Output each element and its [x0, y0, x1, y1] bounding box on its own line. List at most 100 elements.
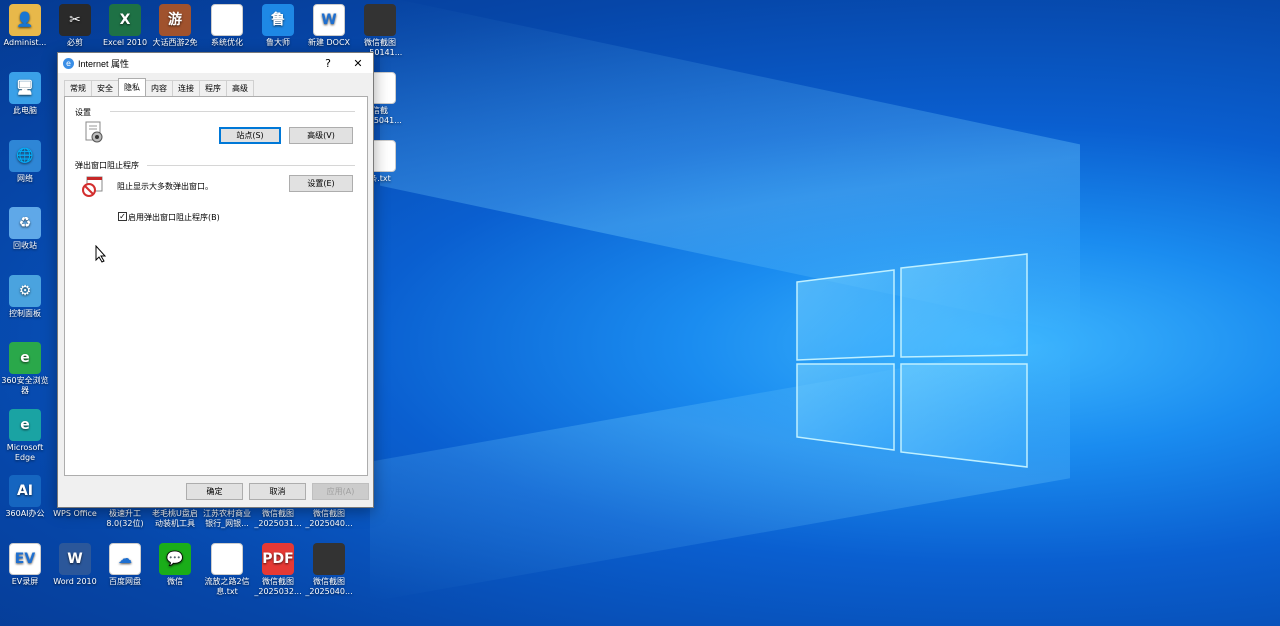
- desktop-icon-label: 百度网盘: [109, 577, 141, 586]
- internet-properties-dialog: e Internet 属性 ? ✕ 常规 安全 隐私 内容 连接 程序 高级 设…: [57, 52, 374, 508]
- title-bar[interactable]: e Internet 属性 ? ✕: [58, 53, 373, 73]
- desktop-icon[interactable]: 👤 Administ...: [0, 4, 50, 48]
- screenshot-icon: [364, 4, 396, 36]
- desktop-icon[interactable]: 🌐 网络: [0, 140, 50, 184]
- tab-content[interactable]: 内容: [145, 80, 173, 96]
- advanced-button[interactable]: 高级(V): [289, 127, 353, 144]
- popup-divider: [147, 165, 355, 166]
- desktop-icon[interactable]: ☁ 百度网盘: [100, 543, 150, 587]
- desktop-icon-label: 微信截图_2025031...: [254, 509, 302, 528]
- game-icon: 游: [159, 4, 191, 36]
- tab-general[interactable]: 常规: [64, 80, 92, 96]
- popup-group-label: 弹出窗口阻止程序: [75, 160, 139, 171]
- privacy-panel: 设置 站点(S) 高级(V) 弹出窗口阻止程序 阻止显示大多数弹出窗口。 设置(…: [64, 96, 368, 476]
- ev-recorder-icon: EV: [9, 543, 41, 575]
- desktop-icon-label: Administ...: [3, 38, 47, 47]
- desktop-icon[interactable]: W 新建 DOCX: [304, 4, 354, 48]
- desktop-icon[interactable]: 微信截图_2025040...: [304, 543, 354, 597]
- desktop-icon[interactable]: 流放之路2信息.txt: [202, 543, 252, 597]
- desktop-icon-label: 大话西游2免: [152, 38, 198, 47]
- desktop-icon-label: Microsoft Edge: [6, 443, 44, 462]
- text-file-icon: [211, 543, 243, 575]
- excel-icon: X: [109, 4, 141, 36]
- recycle-bin-icon: ♻: [9, 207, 41, 239]
- light-beam: [370, 338, 1070, 602]
- desktop-icon-label: 控制面板: [9, 309, 41, 318]
- popup-description: 阻止显示大多数弹出窗口。: [117, 182, 213, 191]
- desktop-icon-label: 鲁大师: [266, 38, 290, 47]
- desktop-icon-label: 网络: [17, 174, 33, 183]
- desktop-icon[interactable]: ⚙ 控制面板: [0, 275, 50, 319]
- desktop-icon[interactable]: 微信截图_...50141...: [355, 4, 405, 58]
- cancel-button[interactable]: 取消: [249, 483, 306, 500]
- desktop-icon[interactable]: 游大话西游2免: [150, 4, 200, 48]
- word-icon: W: [59, 543, 91, 575]
- tab-connections[interactable]: 连接: [172, 80, 200, 96]
- wechat-icon: 💬: [159, 543, 191, 575]
- privacy-settings-icon: [85, 121, 103, 143]
- network-icon: 🌐: [9, 140, 41, 172]
- desktop-icon[interactable]: e Microsoft Edge: [0, 409, 50, 463]
- tab-programs[interactable]: 程序: [199, 80, 227, 96]
- popup-settings-button[interactable]: 设置(E): [289, 175, 353, 192]
- ok-button[interactable]: 确定: [186, 483, 243, 500]
- desktop-icon-label: 360AI办公: [5, 509, 45, 518]
- internet-options-icon: e: [63, 57, 74, 69]
- desktop-icon-label: 流放之路2信息.txt: [204, 577, 250, 596]
- edge-icon: e: [9, 409, 41, 441]
- desktop-icon-label: WPS Office: [53, 509, 97, 518]
- desktop-icon-label: EV录屏: [11, 577, 39, 586]
- apply-button[interactable]: 应用(A): [312, 483, 369, 500]
- desktop-icon-label: 老毛桃U盘启动装机工具: [152, 509, 198, 528]
- desktop-icon-label: Word 2010: [53, 577, 97, 586]
- tab-strip: 常规 安全 隐私 内容 连接 程序 高级: [64, 78, 254, 96]
- desktop-icon-label: 回收站: [13, 241, 37, 250]
- computer-icon: 🖥: [9, 72, 41, 104]
- tab-privacy[interactable]: 隐私: [118, 78, 146, 96]
- baidu-netdisk-icon: ☁: [109, 543, 141, 575]
- popup-blocker-checkbox-label[interactable]: 启用弹出窗口阻止程序(B): [128, 212, 220, 223]
- control-panel-icon: ⚙: [9, 275, 41, 307]
- popup-blocker-icon: [82, 176, 103, 197]
- desktop-icon[interactable]: X Excel 2010: [100, 4, 150, 48]
- desktop-icon-label: Excel 2010: [102, 38, 148, 47]
- user-folder-icon: 👤: [9, 4, 41, 36]
- desktop-icon[interactable]: 系统优化: [202, 4, 252, 48]
- bijian-icon: ✂: [59, 4, 91, 36]
- desktop-icon[interactable]: AI 360AI办公: [0, 475, 50, 519]
- system-optimize-icon: [211, 4, 243, 36]
- desktop-icon-label: 江苏农村商业银行_网银...: [203, 509, 251, 528]
- mouse-cursor: [95, 245, 107, 263]
- desktop-icon[interactable]: W Word 2010: [50, 543, 100, 587]
- desktop-icon[interactable]: 💬 微信: [150, 543, 200, 587]
- desktop-icon-label: 微信截图_2025040...: [305, 577, 353, 596]
- desktop-icon-label: 极速升工8.0(32位): [106, 509, 144, 528]
- desktop-icon-label: 微信截图_2025040...: [305, 509, 353, 528]
- tab-security[interactable]: 安全: [91, 80, 119, 96]
- desktop-icon[interactable]: ♻ 回收站: [0, 207, 50, 251]
- 360ai-icon: AI: [9, 475, 41, 507]
- desktop-icon[interactable]: 🖥 此电脑: [0, 72, 50, 116]
- desktop-icon-label: 360安全浏览器: [1, 376, 49, 395]
- settings-divider: [110, 111, 355, 112]
- screenshot-icon: [313, 543, 345, 575]
- desktop-icon[interactable]: e 360安全浏览器: [0, 342, 50, 396]
- 360-browser-icon: e: [9, 342, 41, 374]
- light-beam: [380, 0, 1080, 335]
- desktop-icon[interactable]: PDF 微信截图_2025032...: [253, 543, 303, 597]
- sites-button[interactable]: 站点(S): [219, 127, 281, 144]
- desktop-icon[interactable]: EV EV录屏: [0, 543, 50, 587]
- popup-blocker-checkbox[interactable]: ✓: [118, 212, 127, 221]
- close-button[interactable]: ✕: [343, 53, 373, 73]
- help-button[interactable]: ?: [313, 53, 343, 73]
- desktop-icon-label: 微信截图_2025032...: [254, 577, 302, 596]
- desktop-icon-label: 微信: [167, 577, 183, 586]
- tab-advanced[interactable]: 高级: [226, 80, 254, 96]
- desktop-icon[interactable]: ✂ 必剪: [50, 4, 100, 48]
- desktop-icon-label: 此电脑: [13, 106, 37, 115]
- pdf-icon: PDF: [262, 543, 294, 575]
- dialog-title: Internet 属性: [78, 58, 130, 69]
- desktop-icon-label: 新建 DOCX: [307, 38, 351, 47]
- word-doc-icon: W: [313, 4, 345, 36]
- desktop-icon[interactable]: 鲁鲁大师: [253, 4, 303, 48]
